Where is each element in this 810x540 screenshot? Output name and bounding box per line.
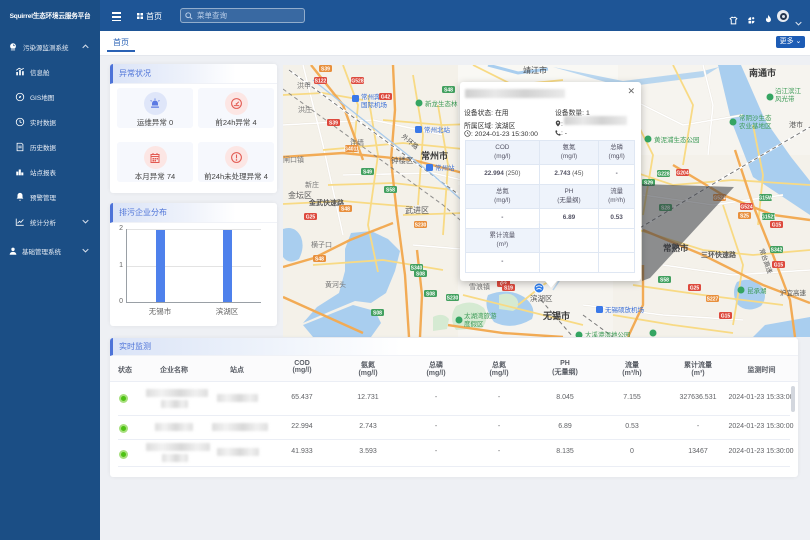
svg-text:G528: G528 — [351, 79, 363, 85]
svg-text:S48: S48 — [341, 207, 350, 213]
svg-text:S230: S230 — [415, 223, 427, 229]
svg-text:风光带: 风光带 — [775, 94, 795, 103]
svg-text:G25: G25 — [306, 215, 316, 221]
svg-text:靖江市: 靖江市 — [523, 65, 547, 75]
svg-text:雪浪镇: 雪浪镇 — [469, 282, 490, 291]
svg-text:农业基地区: 农业基地区 — [739, 121, 772, 130]
svg-text:常州市: 常州市 — [421, 150, 448, 161]
svg-text:黄河头: 黄河头 — [325, 280, 346, 289]
svg-text:黄泥浦生态公园: 黄泥浦生态公园 — [654, 135, 700, 144]
svg-text:S227: S227 — [707, 297, 719, 303]
svg-text:无锡硕放机场: 无锡硕放机场 — [605, 305, 645, 314]
svg-text:常州北站: 常州北站 — [424, 125, 451, 134]
svg-text:钟楼区: 钟楼区 — [391, 155, 414, 165]
svg-text:S25: S25 — [740, 214, 749, 220]
svg-text:太湖湾旅游: 太湖湾旅游 — [464, 311, 497, 320]
svg-text:G42: G42 — [381, 95, 391, 101]
svg-text:G1521: G1521 — [761, 215, 776, 221]
svg-text:横子口: 横子口 — [311, 240, 332, 249]
svg-text:S342: S342 — [771, 248, 783, 254]
svg-text:S58: S58 — [660, 278, 669, 284]
svg-text:S08: S08 — [416, 272, 425, 278]
svg-text:沿江滨江: 沿江滨江 — [775, 86, 802, 95]
svg-text:洪庄: 洪庄 — [298, 105, 312, 114]
svg-text:大溪港湿地公园: 大溪港湿地公园 — [585, 330, 631, 337]
svg-text:国际机场: 国际机场 — [361, 100, 388, 109]
svg-text:三环快速路: 三环快速路 — [701, 250, 737, 259]
svg-text:沪宜高速: 沪宜高速 — [780, 288, 807, 297]
svg-text:G524: G524 — [740, 205, 752, 211]
svg-text:S49: S49 — [363, 170, 372, 176]
svg-text:S48: S48 — [444, 88, 453, 94]
svg-text:闸口镇: 闸口镇 — [283, 155, 304, 164]
svg-text:S08: S08 — [373, 311, 382, 317]
svg-text:度假区: 度假区 — [464, 319, 484, 328]
svg-text:金坛区: 金坛区 — [288, 190, 312, 200]
svg-text:S39: S39 — [321, 67, 330, 73]
svg-text:G25: G25 — [690, 286, 700, 292]
svg-text:港市: 港市 — [789, 120, 803, 129]
svg-text:S48: S48 — [315, 257, 324, 263]
svg-text:武进区: 武进区 — [405, 205, 429, 215]
svg-text:滨湖区: 滨湖区 — [530, 293, 553, 303]
svg-text:常阴沙生态: 常阴沙生态 — [739, 113, 772, 122]
svg-text:G15: G15 — [721, 314, 731, 320]
svg-text:昆承湖: 昆承湖 — [747, 286, 767, 295]
svg-text:S08: S08 — [426, 292, 435, 298]
svg-text:S19: S19 — [504, 286, 513, 292]
svg-text:南通市: 南通市 — [749, 67, 776, 78]
svg-text:无锡市: 无锡市 — [542, 310, 570, 321]
svg-text:G4011: G4011 — [344, 147, 359, 153]
svg-text:G15: G15 — [774, 263, 784, 269]
svg-text:洪甲: 洪甲 — [297, 81, 311, 90]
svg-text:新龙生态林: 新龙生态林 — [425, 99, 458, 108]
svg-text:S122: S122 — [315, 79, 327, 85]
svg-text:G204: G204 — [676, 171, 688, 177]
svg-text:常州站: 常州站 — [435, 163, 455, 172]
svg-text:G228: G228 — [657, 172, 669, 178]
svg-text:新庄: 新庄 — [305, 180, 319, 189]
svg-text:S58: S58 — [386, 188, 395, 194]
svg-text:S230: S230 — [447, 296, 459, 302]
svg-text:G15W: G15W — [758, 196, 772, 202]
svg-text:S39: S39 — [329, 121, 338, 127]
svg-text:G15: G15 — [772, 223, 782, 229]
